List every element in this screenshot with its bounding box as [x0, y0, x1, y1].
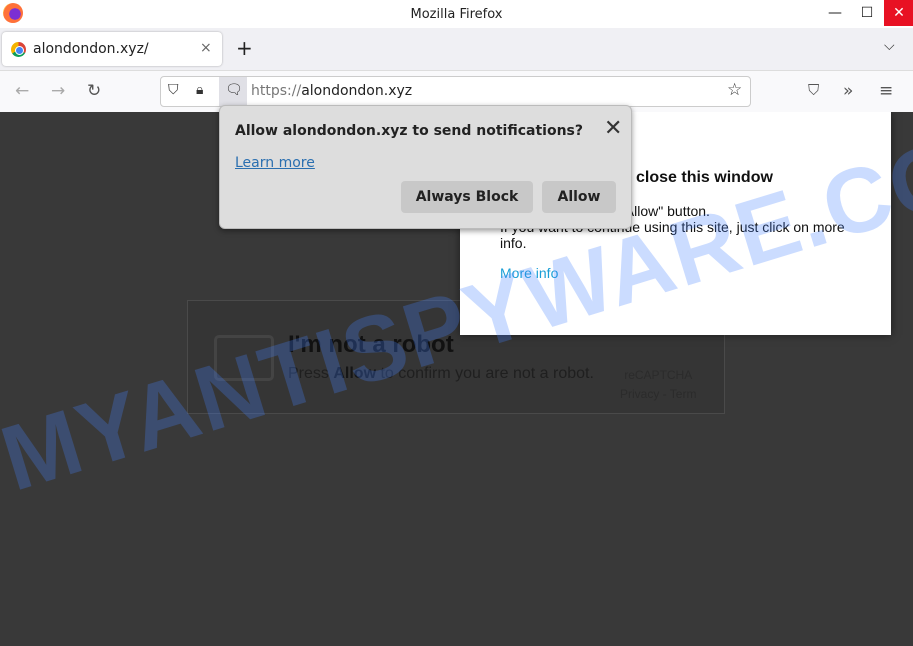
new-tab-button[interactable]: +	[236, 36, 253, 60]
tracking-shield-icon[interactable]: ⛉	[168, 82, 179, 98]
tab-close-icon[interactable]: ×	[200, 40, 212, 56]
allow-button[interactable]: Allow	[542, 181, 616, 213]
notification-permission-prompt: Allow alondondon.xyz to send notificatio…	[219, 105, 632, 229]
browser-window-icon	[214, 335, 274, 381]
learn-more-link[interactable]: Learn more	[235, 155, 315, 171]
close-window-button[interactable]: ✕	[884, 0, 913, 26]
captcha-title: I'm not a robot	[288, 331, 454, 358]
minimize-button[interactable]: —	[820, 0, 850, 26]
more-info-link[interactable]: More info	[500, 265, 558, 281]
list-all-tabs-chevron-down-icon[interactable]: ⌵	[884, 38, 895, 54]
url-bar[interactable]: ⛉ 🔒︎ 🗨︎ https://alondondon.xyz ☆	[160, 76, 751, 107]
recaptcha-badge: reCAPTCHA Privacy - Term	[620, 368, 697, 401]
notification-permission-icon[interactable]: 🗨︎	[219, 77, 247, 106]
title-bar: Mozilla Firefox — ☐ ✕	[0, 0, 913, 28]
popup-title: close this window	[636, 169, 773, 186]
tab-strip: alondondon.xyz/ × + ⌵	[0, 28, 913, 70]
window-title: Mozilla Firefox	[410, 7, 503, 22]
pocket-icon[interactable]: ⛉	[808, 81, 819, 99]
maximize-button[interactable]: ☐	[852, 0, 882, 26]
lock-icon[interactable]: 🔒︎	[196, 82, 203, 98]
prompt-title: Allow alondondon.xyz to send notificatio…	[235, 123, 584, 139]
tab-alondondon[interactable]: alondondon.xyz/ ×	[2, 32, 222, 66]
captcha-subtitle: Press Allow to confirm you are not a rob…	[288, 365, 594, 382]
bookmark-star-icon[interactable]: ☆	[727, 80, 742, 100]
tab-label: alondondon.xyz/	[33, 41, 149, 57]
back-arrow-icon[interactable]: ←	[15, 81, 29, 101]
reload-icon[interactable]: ↻	[87, 81, 101, 101]
url-text[interactable]: https://alondondon.xyz	[251, 83, 412, 99]
close-icon[interactable]: ✕	[604, 118, 622, 140]
forward-arrow-icon[interactable]: →	[51, 81, 65, 101]
overflow-chevrons-icon[interactable]: »	[843, 81, 853, 101]
chrome-icon	[11, 42, 26, 57]
always-block-button[interactable]: Always Block	[401, 181, 533, 213]
menu-hamburger-icon[interactable]: ≡	[879, 81, 893, 101]
